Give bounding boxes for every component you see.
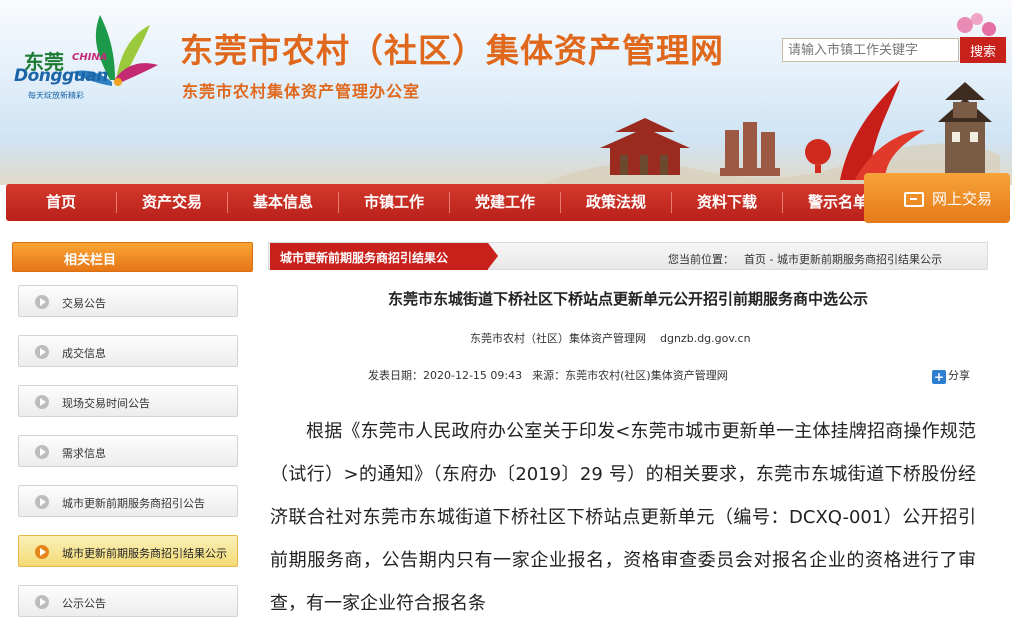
breadcrumb: 您当前位置： 首页 - 城市更新前期服务商招引结果公示 <box>668 251 942 267</box>
play-bullet-icon <box>35 495 49 509</box>
sidebar-item-deal-info[interactable]: 成交信息 <box>18 335 238 367</box>
sidebar-item-renewal-notice[interactable]: 城市更新前期服务商招引公告 <box>18 485 238 517</box>
play-bullet-icon <box>35 345 49 359</box>
sidebar-item-label: 需求信息 <box>62 447 106 460</box>
sidebar-item-label: 成交信息 <box>62 347 106 360</box>
publish-date: 2020-12-15 09:43 <box>423 369 523 382</box>
site-logo[interactable]: 东莞 CHINA Dongguan 每天绽放新精彩 <box>10 10 160 120</box>
logo-brand-china: CHINA <box>72 52 108 63</box>
page: 东莞 CHINA Dongguan 每天绽放新精彩 东莞市农村（社区）集体资产管… <box>0 0 1012 626</box>
content-section-tab: 城市更新前期服务商招引结果公 <box>270 243 498 270</box>
source-url: dgnzb.dg.gov.cn <box>660 332 751 345</box>
sidebar-header-label: 相关栏目 <box>64 253 117 268</box>
plus-icon: + <box>932 370 946 384</box>
sidebar-header: 相关栏目 <box>12 242 253 272</box>
search-input[interactable] <box>782 38 959 62</box>
content-tab-label: 城市更新前期服务商招引结果公 <box>280 251 449 265</box>
header-banner: 东莞 CHINA Dongguan 每天绽放新精彩 东莞市农村（社区）集体资产管… <box>0 0 1012 185</box>
nav-item-asset-trade[interactable]: 资产交易 <box>117 184 227 221</box>
breadcrumb-separator: - <box>766 253 777 266</box>
source-name: 东莞市农村（社区）集体资产管理网 <box>470 332 646 345</box>
origin-label: 来源： <box>532 369 566 382</box>
main-nav: 首页 资产交易 基本信息 市镇工作 党建工作 政策法规 资料下载 警示名单 <box>6 184 1006 221</box>
sidebar-item-label: 现场交易时间公告 <box>62 397 150 410</box>
article-source: 东莞市农村（社区）集体资产管理网 dgnzb.dg.gov.cn <box>470 330 751 346</box>
sidebar-item-label: 城市更新前期服务商招引公告 <box>62 497 205 510</box>
sidebar-item-label: 公示公告 <box>62 597 106 610</box>
nav-item-party-work[interactable]: 党建工作 <box>450 184 560 221</box>
computer-icon <box>904 192 924 207</box>
online-trade-label: 网上交易 <box>932 190 993 208</box>
breadcrumb-current-link[interactable]: 城市更新前期服务商招引结果公示 <box>777 253 942 266</box>
article-body: 根据《东莞市人民政府办公室关于印发<东莞市城市更新单一主体挂牌招商操作规范（试行… <box>270 421 976 614</box>
logo-slogan: 每天绽放新精彩 <box>28 91 84 100</box>
search-button[interactable]: 搜索 <box>960 37 1006 63</box>
sidebar-item-label: 交易公告 <box>62 297 106 310</box>
sidebar-item-renewal-result[interactable]: 城市更新前期服务商招引结果公示 <box>18 535 238 567</box>
share-label: 分享 <box>948 369 970 382</box>
play-bullet-icon <box>35 295 49 309</box>
share-button[interactable]: + 分享 <box>932 367 970 384</box>
nav-item-basic-info[interactable]: 基本信息 <box>228 184 338 221</box>
play-bullet-icon <box>35 445 49 459</box>
nav-item-town-work[interactable]: 市镇工作 <box>339 184 449 221</box>
article-title: 东莞市东城街道下桥社区下桥站点更新单元公开招引前期服务商中选公示 <box>387 290 868 308</box>
sidebar-item-onsite-time[interactable]: 现场交易时间公告 <box>18 385 238 417</box>
article-meta: 发表日期：2020-12-15 09:43 来源：东莞市农村(社区)集体资产管理网 <box>368 367 728 383</box>
breadcrumb-prefix: 您当前位置： <box>668 253 734 266</box>
play-bullet-icon <box>35 395 49 409</box>
nav-item-downloads[interactable]: 资料下载 <box>672 184 782 221</box>
publish-label: 发表日期： <box>368 369 423 382</box>
logo-brand-en: Dongguan <box>14 66 108 86</box>
play-bullet-icon <box>35 545 49 559</box>
landscape-illustration <box>540 80 1000 185</box>
play-bullet-icon <box>35 595 49 609</box>
sidebar-item-public-notice[interactable]: 公示公告 <box>18 585 238 617</box>
site-subtitle: 东莞市农村集体资产管理办公室 <box>182 82 421 101</box>
site-title: 东莞市农村（社区）集体资产管理网 <box>180 31 724 70</box>
breadcrumb-home-link[interactable]: 首页 <box>744 253 766 266</box>
nav-item-policy[interactable]: 政策法规 <box>561 184 671 221</box>
nav-item-home[interactable]: 首页 <box>6 184 116 221</box>
origin-value: 东莞市农村(社区)集体资产管理网 <box>565 369 728 382</box>
sidebar-item-label: 城市更新前期服务商招引结果公示 <box>62 547 227 560</box>
sidebar-item-demand-info[interactable]: 需求信息 <box>18 435 238 467</box>
sidebar-item-trade-notice[interactable]: 交易公告 <box>18 285 238 317</box>
online-trade-button[interactable]: 网上交易 <box>864 173 1010 223</box>
